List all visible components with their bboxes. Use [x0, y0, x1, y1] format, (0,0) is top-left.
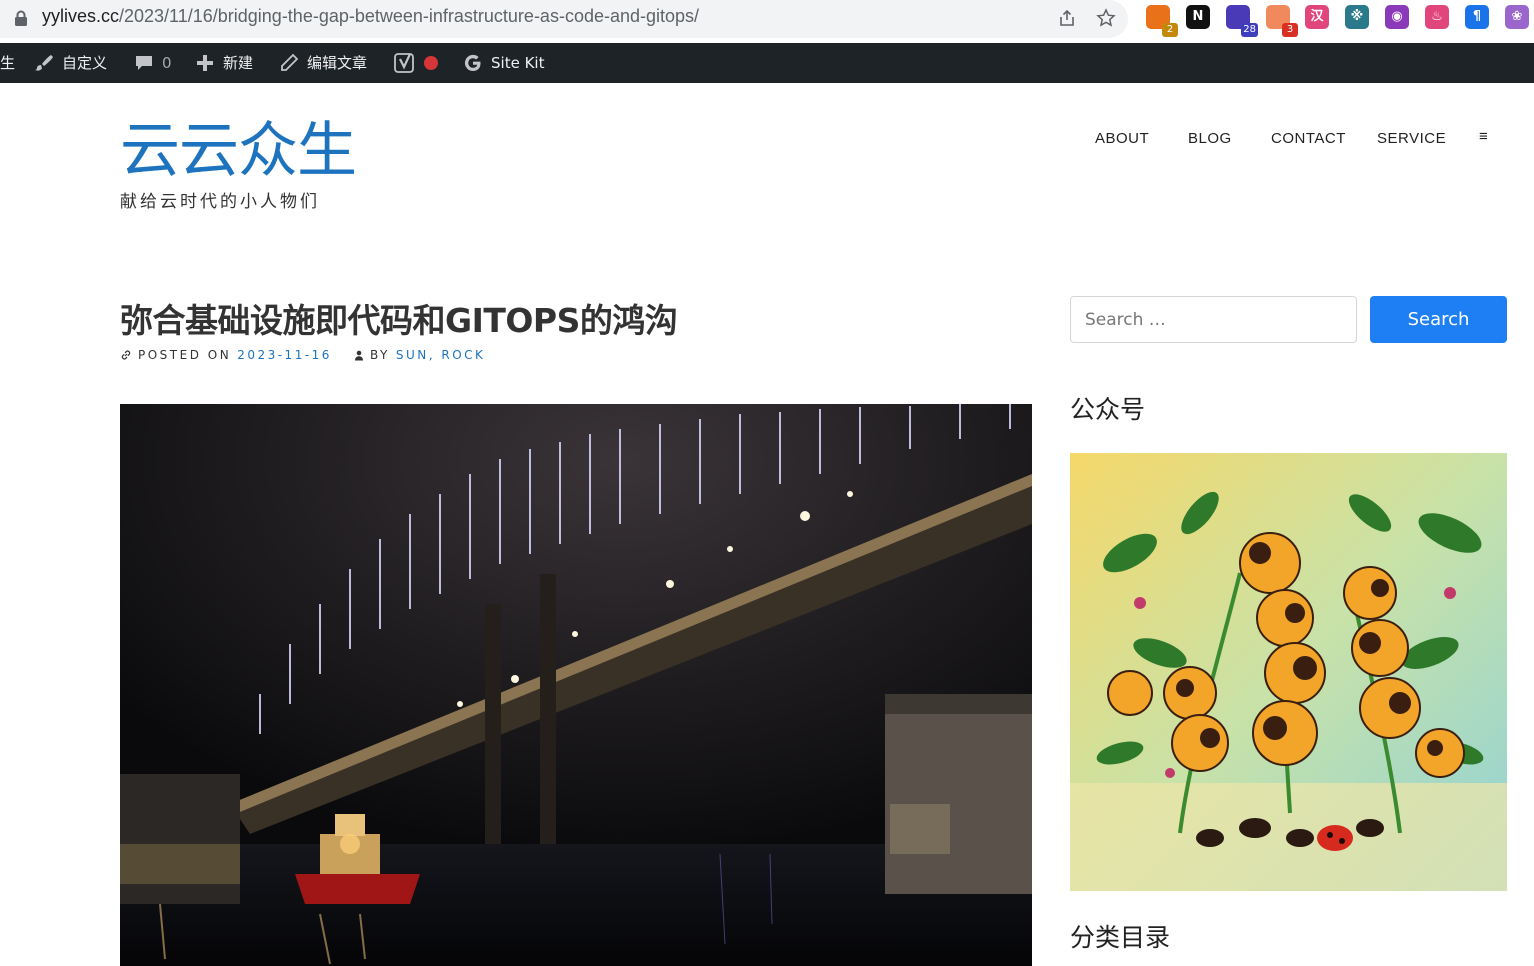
url-text[interactable]: yylives.cc/2023/11/16/bridging-the-gap-b… — [42, 6, 699, 27]
extension-7-glyph: ◉ — [1391, 9, 1403, 24]
share-icon[interactable] — [1056, 8, 1078, 30]
new-content-menu[interactable]: 新建 — [195, 43, 253, 83]
wp-admin-bar: 生 自定义 0 新建 编辑文章 Site Kit — [0, 43, 1534, 83]
post-date-link[interactable]: 2023-11-16 — [237, 348, 332, 362]
extension-6-glyph: ※ — [1350, 9, 1364, 24]
customize-label: 自定义 — [62, 54, 108, 72]
translate-extension-glyph: 汉 — [1310, 9, 1324, 24]
notion-extension-icon[interactable]: N — [1186, 5, 1210, 29]
yoast-seo-menu[interactable] — [394, 43, 438, 83]
post-authors-link[interactable]: SUN, ROCK — [396, 348, 486, 362]
featured-image — [120, 404, 1032, 966]
site-name-menu[interactable]: 生 — [0, 43, 15, 83]
paintbrush-icon — [35, 55, 53, 71]
nav-item-contact[interactable]: CONTACT — [1271, 130, 1346, 147]
link-icon — [121, 350, 131, 360]
seo-status-dot-icon — [424, 56, 438, 70]
by-label: BY — [369, 348, 390, 362]
extension-1-badge: 2 — [1162, 23, 1178, 37]
extension-10-icon[interactable]: ❀ — [1505, 5, 1529, 29]
notion-extension-glyph: N — [1192, 9, 1204, 24]
lock-icon — [15, 10, 27, 26]
extension-4-badge: 3 — [1282, 23, 1298, 37]
nav-item-service[interactable]: SERVICE — [1377, 130, 1446, 147]
hamburger-menu-icon[interactable]: ≡ — [1479, 128, 1488, 145]
pencil-icon — [281, 53, 299, 71]
extension-8-icon[interactable]: ♨ — [1425, 5, 1449, 29]
site-title[interactable]: 云云众生 — [120, 114, 357, 188]
extension-7-icon[interactable]: ◉ — [1385, 5, 1409, 29]
nav-item-blog[interactable]: BLOG — [1188, 130, 1232, 147]
categories-widget-title: 分类目录 — [1070, 923, 1171, 952]
extension-1-icon[interactable]: 2 — [1146, 5, 1178, 37]
plus-icon — [197, 55, 213, 71]
wechat-qr-image — [1070, 453, 1507, 891]
extension-9-glyph: ¶ — [1472, 9, 1482, 24]
edit-post-label: 编辑文章 — [307, 54, 368, 72]
site-tagline: 献给云时代的小人物们 — [120, 192, 320, 212]
extension-8-glyph: ♨ — [1431, 9, 1443, 24]
post-title: 弥合基础设施即代码和GITOPS的鸿沟 — [120, 301, 678, 340]
post-meta: POSTED ON 2023-11-16 BY SUN, ROCK — [120, 348, 485, 362]
google-g-icon — [464, 54, 481, 71]
extension-4-icon[interactable]: 3 — [1266, 5, 1298, 37]
bookmark-star-icon[interactable] — [1095, 8, 1117, 30]
extension-9-icon[interactable]: ¶ — [1465, 5, 1489, 29]
browser-toolbar: yylives.cc/2023/11/16/bridging-the-gap-b… — [0, 0, 1534, 43]
site-kit-menu[interactable]: Site Kit — [463, 43, 544, 83]
yoast-icon — [394, 53, 414, 73]
comments-menu[interactable]: 0 — [134, 43, 172, 83]
new-label: 新建 — [223, 54, 254, 72]
customize-menu[interactable]: 自定义 — [34, 43, 107, 83]
site-kit-label: Site Kit — [491, 54, 545, 72]
comment-icon — [136, 56, 152, 70]
extension-6-icon[interactable]: ※ — [1345, 5, 1369, 29]
site-name-fragment: 生 — [0, 54, 16, 72]
extension-10-glyph: ❀ — [1511, 9, 1523, 24]
search-input[interactable] — [1070, 296, 1357, 343]
search-button[interactable]: Search — [1370, 296, 1507, 343]
edit-post-menu[interactable]: 编辑文章 — [279, 43, 367, 83]
address-bar[interactable]: yylives.cc/2023/11/16/bridging-the-gap-b… — [0, 0, 1128, 38]
comments-count: 0 — [162, 54, 172, 72]
wechat-widget-title: 公众号 — [1070, 395, 1146, 424]
extension-3-icon[interactable]: 28 — [1226, 5, 1258, 37]
url-host: yylives.cc — [42, 6, 120, 26]
extension-3-badge: 28 — [1241, 23, 1258, 37]
posted-on-label: POSTED ON — [138, 348, 232, 362]
author-icon — [354, 350, 363, 360]
url-path: /2023/11/16/bridging-the-gap-between-inf… — [119, 6, 700, 26]
translate-extension-icon[interactable]: 汉 — [1305, 5, 1329, 29]
nav-item-about[interactable]: ABOUT — [1095, 130, 1149, 147]
